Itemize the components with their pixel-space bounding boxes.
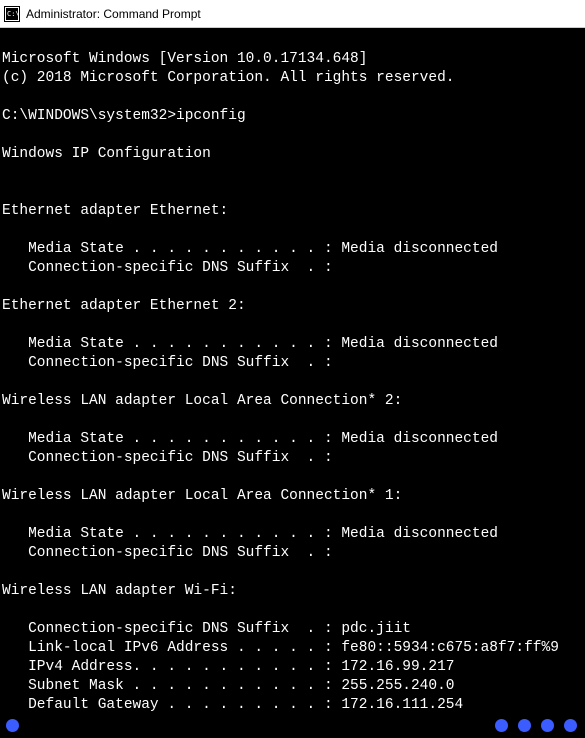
adapter-line: Connection-specific DNS Suffix . : <box>2 260 333 276</box>
adapter-title: Wireless LAN adapter Local Area Connecti… <box>2 393 402 409</box>
command-text: ipconfig <box>176 108 246 124</box>
cmd-icon: C:\ <box>4 6 20 22</box>
os-version-line: Microsoft Windows [Version 10.0.17134.64… <box>2 51 367 67</box>
adapter-line: Media State . . . . . . . . . . . : Medi… <box>2 336 498 352</box>
svg-text:C:\: C:\ <box>7 10 20 18</box>
adapter-line: Connection-specific DNS Suffix . : <box>2 355 333 371</box>
adapter-line: Connection-specific DNS Suffix . : <box>2 545 333 561</box>
terminal-output[interactable]: Microsoft Windows [Version 10.0.17134.64… <box>0 28 585 738</box>
adapter-line: Connection-specific DNS Suffix . : <box>2 450 333 466</box>
config-title: Windows IP Configuration <box>2 146 211 162</box>
overlay-dot-icon <box>518 719 531 732</box>
overlay-dot-icon <box>541 719 554 732</box>
window-title: Administrator: Command Prompt <box>26 7 201 21</box>
title-bar[interactable]: C:\ Administrator: Command Prompt <box>0 0 585 28</box>
overlay-dot-icon <box>495 719 508 732</box>
overlay-dot-icon <box>6 719 19 732</box>
adapter-line: IPv4 Address. . . . . . . . . . . : 172.… <box>2 659 454 675</box>
adapter-line: Connection-specific DNS Suffix . : pdc.j… <box>2 621 411 637</box>
adapter-line: Default Gateway . . . . . . . . . : 172.… <box>2 697 463 713</box>
adapter-line: Media State . . . . . . . . . . . : Medi… <box>2 241 498 257</box>
adapter-title: Wireless LAN adapter Local Area Connecti… <box>2 488 402 504</box>
adapter-title: Ethernet adapter Ethernet 2: <box>2 298 246 314</box>
overlay-dots <box>495 719 577 732</box>
prompt-text: C:\WINDOWS\system32> <box>2 108 176 124</box>
adapter-line: Media State . . . . . . . . . . . : Medi… <box>2 526 498 542</box>
overlay-dot-icon <box>564 719 577 732</box>
adapter-title: Ethernet adapter Ethernet: <box>2 203 228 219</box>
adapter-line: Media State . . . . . . . . . . . : Medi… <box>2 431 498 447</box>
adapter-line: Subnet Mask . . . . . . . . . . . : 255.… <box>2 678 454 694</box>
adapter-title: Wireless LAN adapter Wi-Fi: <box>2 583 237 599</box>
copyright-line: (c) 2018 Microsoft Corporation. All righ… <box>2 70 454 86</box>
adapter-line: Link-local IPv6 Address . . . . . : fe80… <box>2 640 559 656</box>
